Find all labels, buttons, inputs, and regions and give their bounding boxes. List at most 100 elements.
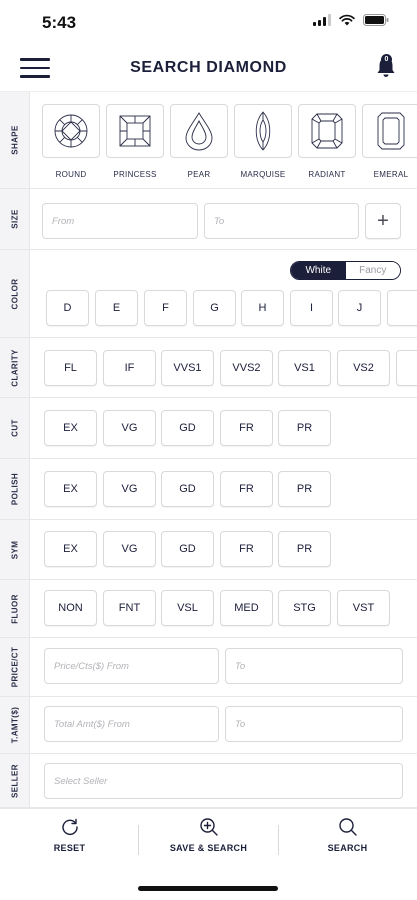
color-label: COLOR: [10, 278, 19, 309]
color-chip[interactable]: H: [241, 290, 284, 326]
color-chip[interactable]: E: [95, 290, 138, 326]
wifi-icon: [339, 14, 355, 26]
cut-chip[interactable]: FR: [220, 410, 273, 446]
price-label: PRICE/CT: [10, 646, 19, 688]
fluor-chip[interactable]: NON: [44, 590, 97, 626]
clarity-chip[interactable]: VS2: [337, 350, 390, 386]
shape-label-princess: PRINCESS: [113, 170, 157, 179]
total-amount-to-input[interactable]: [225, 706, 403, 742]
fluor-label: FLUOR: [10, 593, 19, 624]
polish-chip[interactable]: GD: [161, 471, 214, 507]
cut-label: CUT: [10, 419, 19, 437]
total-amount-from-input[interactable]: [44, 706, 219, 742]
seller-select[interactable]: [44, 763, 403, 799]
color-type-toggle: White Fancy: [290, 261, 401, 280]
shape-row: SHAPE ROUND PRINCESS PEAR MARQUISE RADIA…: [0, 92, 417, 189]
row-label: SELLER: [0, 754, 30, 807]
status-bar: 5:43: [0, 0, 417, 44]
row-label: POLISH: [0, 459, 30, 519]
reset-button[interactable]: RESET: [0, 809, 139, 869]
marquise-diamond-icon: [255, 111, 271, 151]
row-label: T.AMT($): [0, 697, 30, 753]
row-label: COLOR: [0, 250, 30, 337]
search-button[interactable]: SEARCH: [278, 809, 417, 869]
color-chip[interactable]: D: [46, 290, 89, 326]
home-indicator: [138, 886, 278, 891]
sym-chip[interactable]: PR: [278, 531, 331, 567]
shape-pear-button[interactable]: [170, 104, 228, 158]
notification-bell-icon[interactable]: 0: [375, 54, 397, 80]
clarity-chip[interactable]: VS1: [278, 350, 331, 386]
color-chip[interactable]: I: [290, 290, 333, 326]
add-size-button[interactable]: +: [365, 203, 401, 239]
price-to-input[interactable]: [225, 648, 403, 684]
pear-diamond-icon: [185, 112, 213, 151]
clarity-chip[interactable]: IF: [103, 350, 156, 386]
shape-label-round: ROUND: [55, 170, 87, 179]
polish-chip[interactable]: EX: [44, 471, 97, 507]
fluor-row: FLUOR NON FNT VSL MED STG VST: [0, 580, 417, 638]
shape-round-button[interactable]: [42, 104, 100, 158]
polish-chip[interactable]: VG: [103, 471, 156, 507]
seller-label: SELLER: [10, 763, 19, 798]
polish-chip[interactable]: PR: [278, 471, 331, 507]
cut-chip[interactable]: GD: [161, 410, 214, 446]
sym-label: SYM: [10, 540, 19, 559]
shape-label-pear: PEAR: [187, 170, 211, 179]
reset-label: RESET: [53, 843, 86, 853]
search-label: SEARCH: [327, 843, 368, 853]
clarity-chip[interactable]: FL: [44, 350, 97, 386]
color-chip[interactable]: G: [193, 290, 236, 326]
shape-label-radiant: RADIANT: [308, 170, 346, 179]
page-title: SEARCH DIAMOND: [130, 59, 287, 76]
sym-chip[interactable]: FR: [220, 531, 273, 567]
color-chip[interactable]: F: [144, 290, 187, 326]
row-label: CLARITY: [0, 338, 30, 397]
row-label: SIZE: [0, 189, 30, 249]
sym-chip[interactable]: GD: [161, 531, 214, 567]
clarity-chip[interactable]: VVS2: [220, 350, 273, 386]
save-and-search-label: SAVE & SEARCH: [169, 843, 248, 853]
row-label: FLUOR: [0, 580, 30, 637]
tamt-label: T.AMT($): [10, 706, 19, 744]
clarity-chip[interactable]: VVS1: [161, 350, 214, 386]
price-from-input[interactable]: [44, 648, 219, 684]
color-chip[interactable]: [387, 290, 417, 326]
fluor-chip[interactable]: STG: [278, 590, 331, 626]
clarity-chip[interactable]: [396, 350, 417, 386]
sym-chip[interactable]: EX: [44, 531, 97, 567]
battery-icon: [363, 14, 389, 26]
white-toggle-option[interactable]: White: [291, 262, 346, 279]
polish-row: POLISH EX VG GD FR PR: [0, 459, 417, 520]
shape-label-marquise: MARQUISE: [240, 170, 286, 179]
shape-princess-button[interactable]: [106, 104, 164, 158]
zoom-in-icon: [199, 818, 218, 836]
status-icons: [313, 14, 389, 26]
fluor-chip[interactable]: MED: [220, 590, 273, 626]
polish-chip[interactable]: FR: [220, 471, 273, 507]
bottom-action-bar: RESET SAVE & SEARCH SEARCH: [0, 808, 417, 868]
fluor-chip[interactable]: VSL: [161, 590, 214, 626]
price-row: PRICE/CT: [0, 638, 417, 697]
clarity-label: CLARITY: [10, 348, 19, 387]
fluor-chip[interactable]: FNT: [103, 590, 156, 626]
seller-row: SELLER: [0, 754, 417, 808]
save-and-search-button[interactable]: SAVE & SEARCH: [139, 809, 278, 869]
shape-marquise-button[interactable]: [234, 104, 292, 158]
cut-chip[interactable]: VG: [103, 410, 156, 446]
fluor-chip[interactable]: VST: [337, 590, 390, 626]
shape-emerald-button[interactable]: [362, 104, 417, 158]
size-label: SIZE: [10, 209, 19, 229]
size-from-input[interactable]: [42, 203, 198, 239]
refresh-icon: [61, 818, 78, 836]
size-to-input[interactable]: [204, 203, 359, 239]
cut-chip[interactable]: EX: [44, 410, 97, 446]
polish-label: POLISH: [10, 472, 19, 506]
shape-radiant-button[interactable]: [298, 104, 356, 158]
cut-chip[interactable]: PR: [278, 410, 331, 446]
fancy-toggle-option[interactable]: Fancy: [345, 262, 400, 279]
cellular-signal-icon: [313, 14, 331, 26]
row-label: SYM: [0, 520, 30, 579]
sym-chip[interactable]: VG: [103, 531, 156, 567]
color-chip[interactable]: J: [338, 290, 381, 326]
